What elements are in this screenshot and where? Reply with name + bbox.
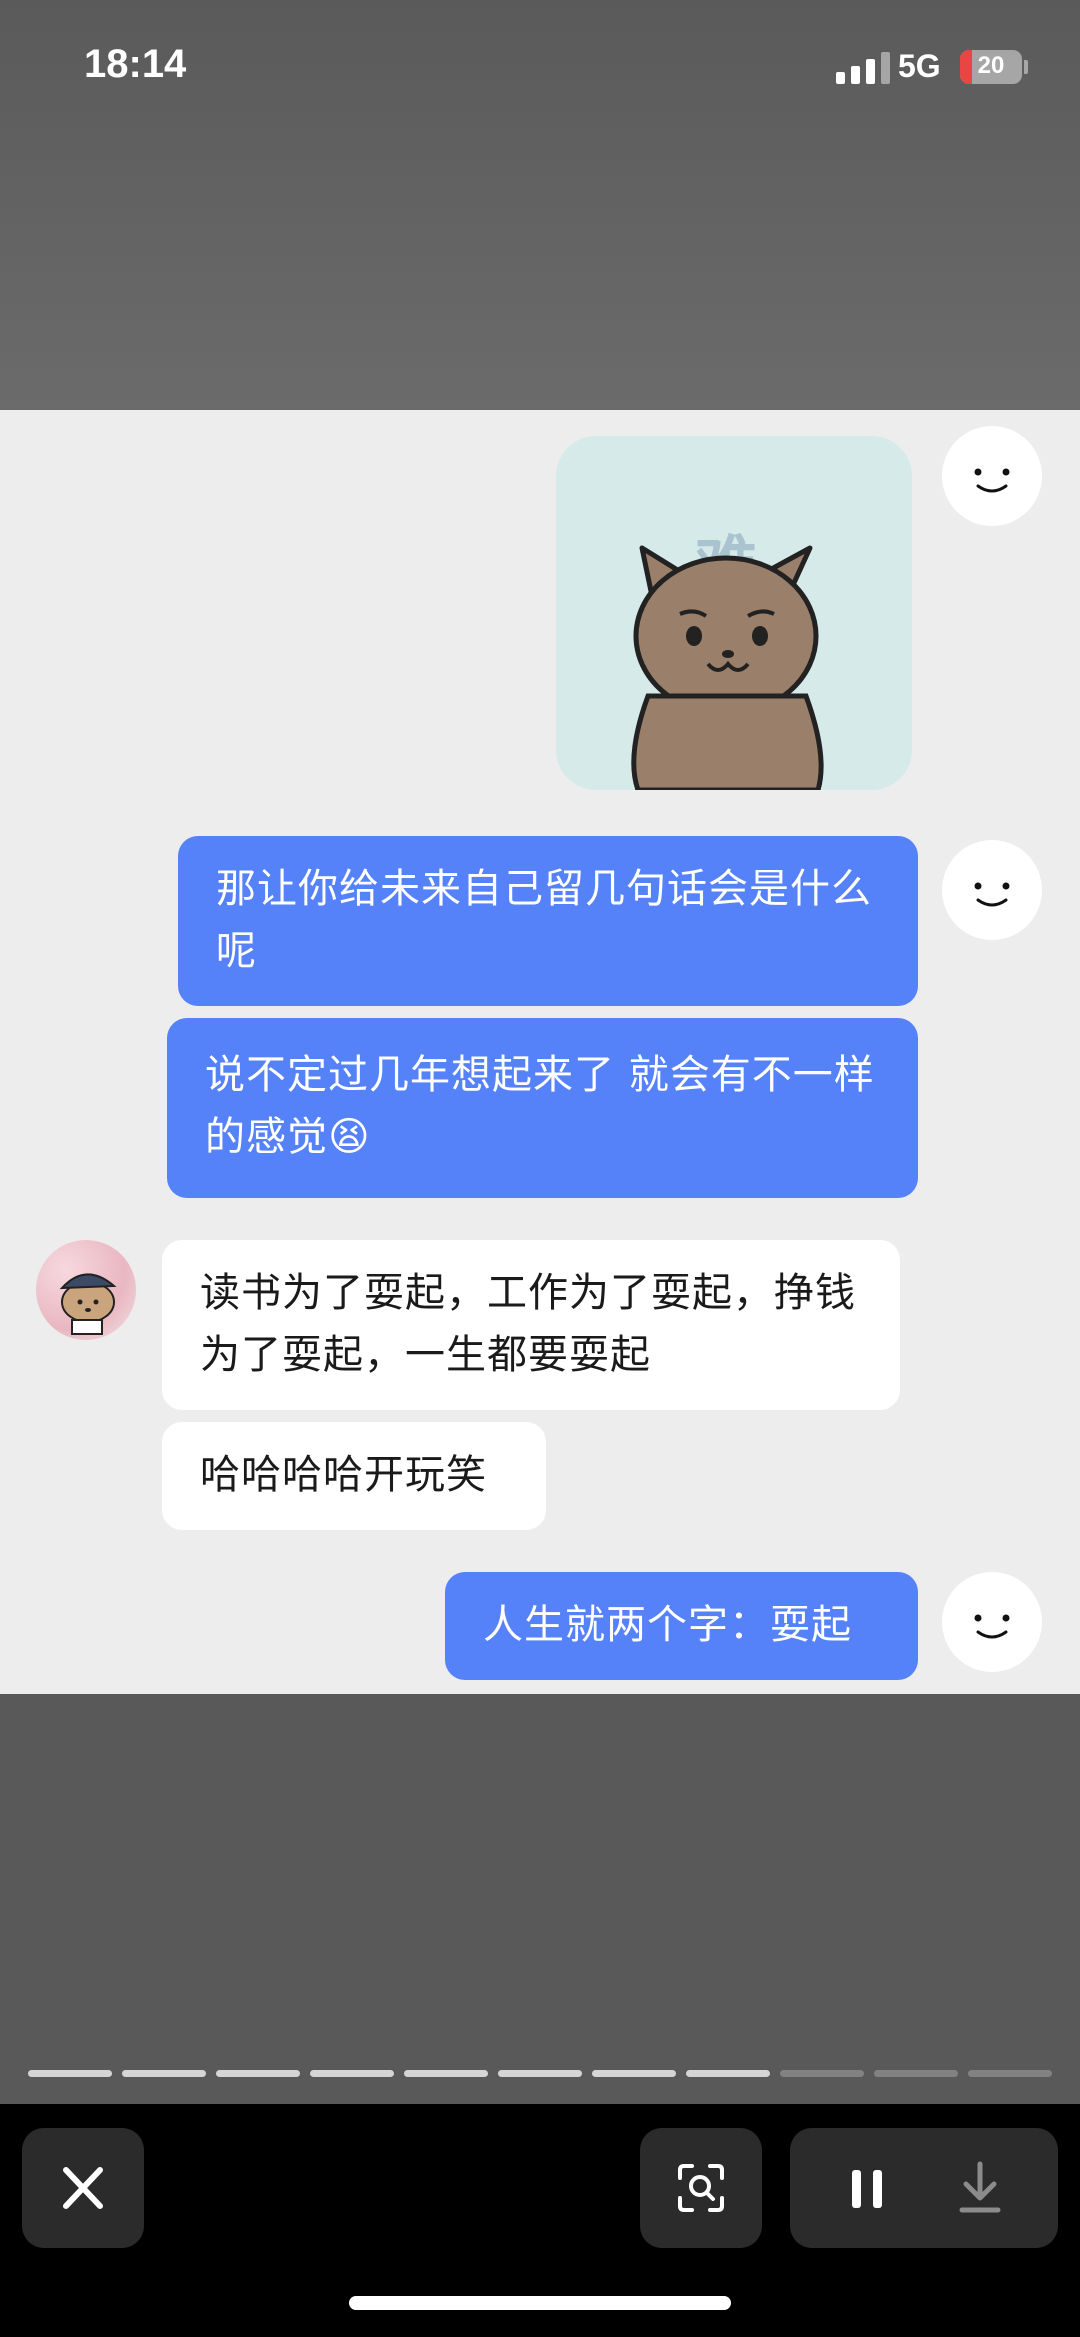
progress-segment (28, 2070, 112, 2077)
progress-segment (216, 2070, 300, 2077)
progress-segment (122, 2070, 206, 2077)
dog-avatar-icon (59, 1273, 117, 1335)
progress-segment (874, 2070, 958, 2077)
battery-tip (1024, 60, 1028, 74)
progress-segment (592, 2070, 676, 2077)
network-type: 5G (898, 48, 941, 84)
progress-segment (686, 2070, 770, 2077)
download-icon[interactable] (959, 2161, 1001, 2213)
message-bubble[interactable]: 哈哈哈哈开玩笑 (162, 1422, 546, 1530)
bottom-dim-overlay (0, 1694, 1080, 2104)
my-avatar[interactable] (942, 840, 1042, 940)
message-bubble[interactable]: 说不定过几年想起来了 就会有不一样的感觉😫 (167, 1018, 918, 1198)
status-time: 18:14 (84, 42, 187, 86)
smile-face-icon (974, 882, 1010, 907)
message-bubble[interactable]: 人生就两个字：耍起 (445, 1572, 918, 1680)
message-bubble[interactable]: 那让你给未来自己留几句话会是什么呢 (178, 836, 918, 1006)
cat-sticker-icon[interactable]: 难 (556, 436, 912, 790)
status-bar: 18:14 5G 20 (0, 0, 1080, 140)
battery-level: 20 (977, 52, 1005, 79)
my-avatar[interactable] (942, 1572, 1042, 1672)
home-indicator[interactable] (349, 2296, 731, 2310)
battery-icon: 20 (960, 50, 1022, 84)
progress-segment (310, 2070, 394, 2077)
close-icon (63, 2167, 103, 2209)
smile-face-icon (974, 468, 1010, 493)
progress-segment (780, 2070, 864, 2077)
playback-controls (790, 2128, 1058, 2248)
smile-face-icon (974, 1614, 1010, 1639)
story-progress (28, 2070, 1052, 2077)
playback-icons (852, 2161, 1001, 2213)
my-avatar[interactable] (942, 426, 1042, 526)
message-bubble[interactable]: 读书为了耍起，工作为了耍起，挣钱为了耍起，一生都要耍起 (162, 1240, 900, 1410)
scan-button[interactable] (640, 2128, 762, 2248)
scan-icon (678, 2164, 724, 2212)
chat-screenshot: 难 那让你给未来自己留几句话会是什么呢 说不定过几年想起来了 就会有不一样的感觉… (0, 410, 1080, 1694)
progress-segment (404, 2070, 488, 2077)
progress-segment (968, 2070, 1052, 2077)
friend-avatar[interactable] (36, 1240, 136, 1340)
progress-segment (498, 2070, 582, 2077)
signal-icon (836, 52, 890, 84)
close-button[interactable] (22, 2128, 144, 2248)
pause-icon[interactable] (852, 2170, 882, 2208)
